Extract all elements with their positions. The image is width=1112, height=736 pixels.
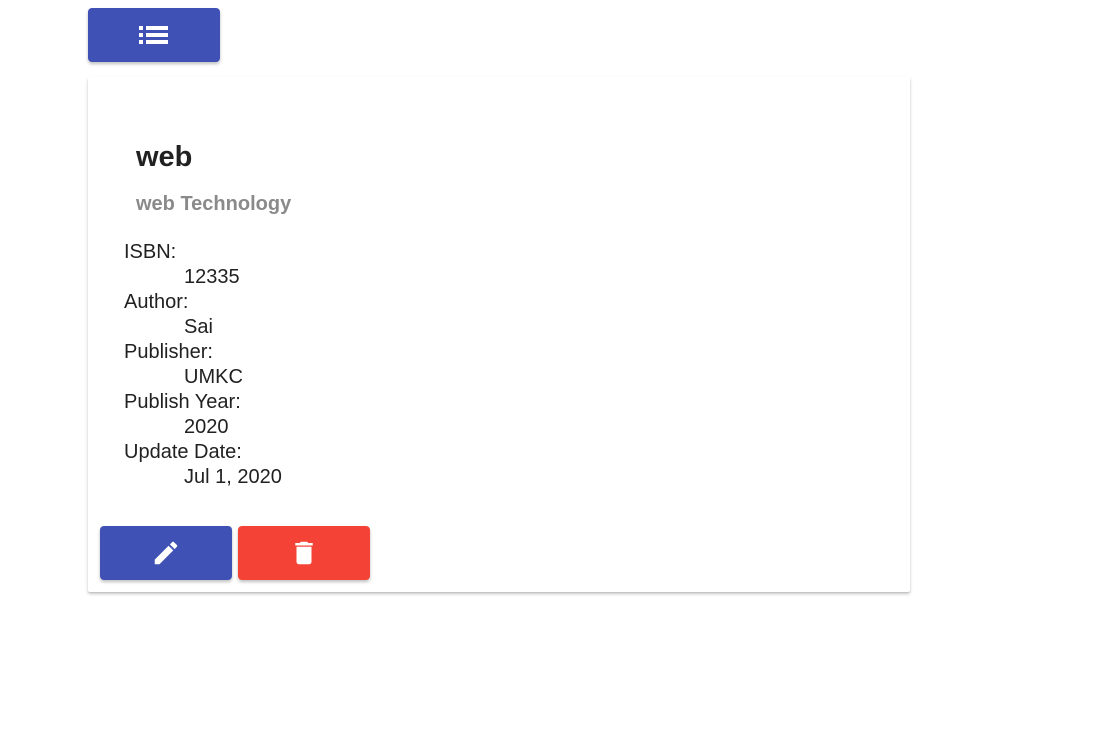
book-subtitle: web Technology xyxy=(136,193,292,215)
trash-icon xyxy=(289,538,319,568)
book-card: web web Technology ISBN: 12335 Author: S… xyxy=(88,77,910,592)
delete-button[interactable] xyxy=(238,526,370,580)
list-icon xyxy=(139,25,169,45)
author-value: Sai xyxy=(184,316,213,338)
pencil-icon xyxy=(151,538,181,568)
book-details: ISBN: 12335 Author: Sai Publisher: UMKC … xyxy=(124,240,282,490)
edit-button[interactable] xyxy=(100,526,232,580)
isbn-label: ISBN: xyxy=(124,241,177,263)
publish-year-label: Publish Year: xyxy=(124,391,241,413)
publisher-label: Publisher: xyxy=(124,341,213,363)
author-label: Author: xyxy=(124,291,189,313)
book-list-button[interactable] xyxy=(88,8,220,62)
update-date-value: Jul 1, 2020 xyxy=(184,466,282,488)
update-date-label: Update Date: xyxy=(124,441,242,463)
book-title: web xyxy=(136,141,193,173)
isbn-value: 12335 xyxy=(184,266,240,288)
publisher-value: UMKC xyxy=(184,366,243,388)
publish-year-value: 2020 xyxy=(184,416,229,438)
